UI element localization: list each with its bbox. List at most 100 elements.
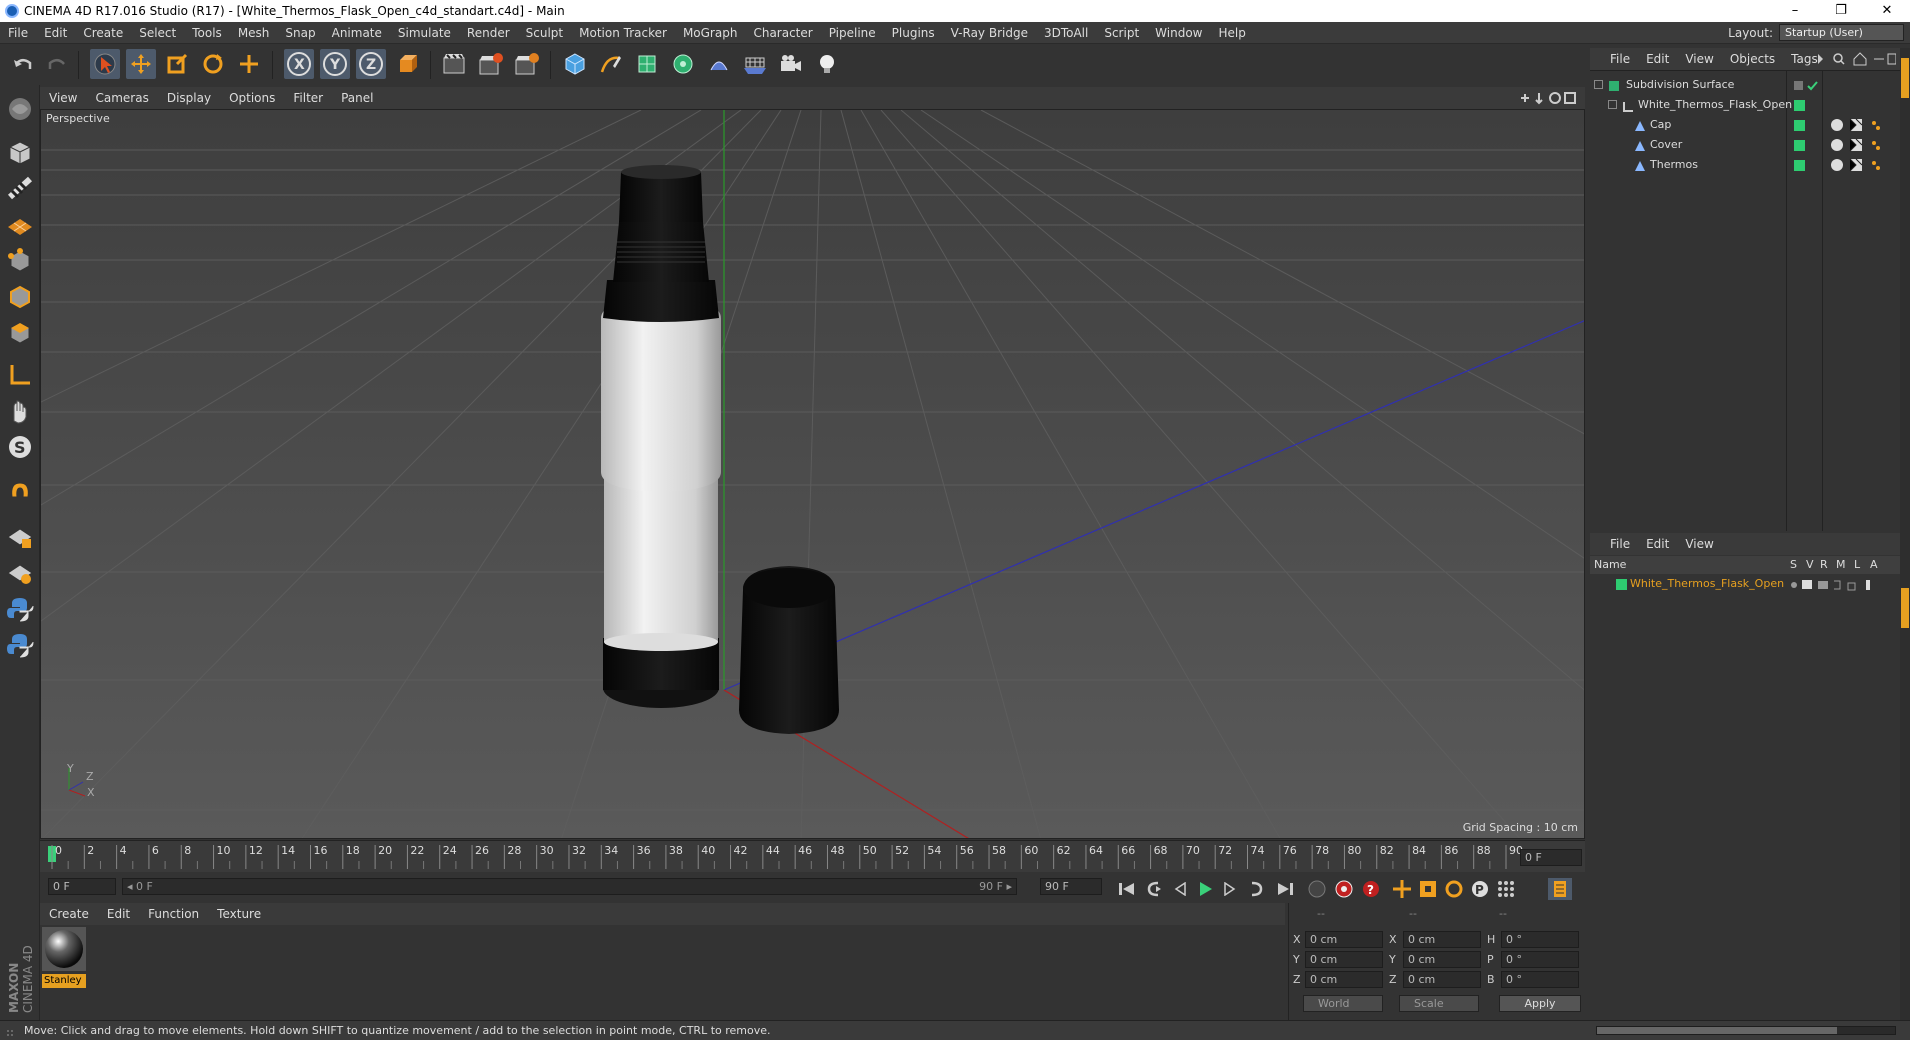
planar-workplane-icon[interactable] (4, 557, 36, 589)
menu-motion-tracker[interactable]: Motion Tracker (571, 22, 675, 44)
record-active-icon[interactable] (1305, 878, 1329, 900)
restore-button[interactable]: ❐ (1818, 0, 1864, 22)
menu-help[interactable]: Help (1210, 22, 1253, 44)
previous-key-icon[interactable] (1143, 878, 1167, 900)
coord-space-dropdown[interactable]: World (1303, 995, 1383, 1012)
menu-edit[interactable]: Edit (36, 22, 75, 44)
edges-mode-icon[interactable] (4, 281, 36, 313)
light-icon[interactable] (812, 49, 842, 79)
key-scale-icon[interactable] (1416, 878, 1440, 900)
menu-file[interactable]: File (0, 22, 36, 44)
object-row-thermos[interactable]: Thermos (1590, 155, 1900, 175)
object-row-white-thermos-flask-open[interactable]: White_Thermos_Flask_Open (1590, 95, 1900, 115)
viewport-menu-cameras[interactable]: Cameras (86, 91, 157, 105)
next-key-icon[interactable] (1243, 878, 1267, 900)
collapse-toggle-icon[interactable] (1594, 80, 1603, 89)
coordinate-system-icon[interactable] (392, 49, 422, 79)
z-axis-lock-icon[interactable]: Z (356, 49, 386, 79)
menu-window[interactable]: Window (1147, 22, 1210, 44)
object-row-cover[interactable]: Cover (1590, 135, 1900, 155)
key-pla-icon[interactable] (1494, 878, 1518, 900)
material-tag-icon[interactable] (1830, 158, 1890, 179)
spline-pen-icon[interactable] (596, 49, 626, 79)
coord-pos-y-field[interactable]: 0 cm (1305, 950, 1383, 968)
viewport-menu-filter[interactable]: Filter (284, 91, 332, 105)
python-script-icon[interactable] (4, 593, 36, 625)
coord-size-z-field[interactable]: 0 cm (1403, 970, 1481, 988)
object-manager-tool-icons[interactable] (1816, 51, 1897, 70)
cube-object-icon[interactable] (560, 49, 590, 79)
menu-script[interactable]: Script (1096, 22, 1147, 44)
locked-workplane-icon[interactable] (4, 521, 36, 553)
layer-flags-icons[interactable] (1790, 578, 1890, 598)
workplane-mode-icon[interactable] (4, 209, 36, 241)
material-menu-edit[interactable]: Edit (98, 907, 139, 921)
menu-mesh[interactable]: Mesh (230, 22, 278, 44)
menu-create[interactable]: Create (75, 22, 131, 44)
end-frame-field[interactable]: 90 F (1040, 878, 1102, 895)
coord-pos-x-field[interactable]: 0 cm (1305, 930, 1383, 948)
object-menu-objects[interactable]: Objects (1722, 52, 1783, 66)
viewport-menu-panel[interactable]: Panel (332, 91, 382, 105)
live-selection-icon[interactable] (90, 49, 120, 79)
material-menu-create[interactable]: Create (40, 907, 98, 921)
apply-button[interactable]: Apply (1499, 995, 1581, 1012)
python-plugin-icon[interactable] (4, 629, 36, 661)
floor-object-icon[interactable] (740, 49, 770, 79)
menu-tools[interactable]: Tools (184, 22, 230, 44)
tweak-mode-icon[interactable] (4, 395, 36, 427)
play-icon[interactable] (1193, 878, 1217, 900)
magnet-icon[interactable] (4, 475, 36, 507)
viewport-nav-icons[interactable] (1517, 90, 1577, 109)
viewport-menu-display[interactable]: Display (158, 91, 220, 105)
polygons-mode-icon[interactable] (4, 317, 36, 349)
menu-select[interactable]: Select (131, 22, 184, 44)
deformer-icon[interactable] (704, 49, 734, 79)
menu-3dtoall[interactable]: 3DToAll (1036, 22, 1096, 44)
undo-icon[interactable] (8, 49, 38, 79)
axis-mode-icon[interactable] (4, 359, 36, 391)
texture-mode-icon[interactable] (4, 173, 36, 205)
recent-tool-icon[interactable] (234, 49, 264, 79)
go-to-end-icon[interactable] (1273, 878, 1297, 900)
material-menu-function[interactable]: Function (139, 907, 208, 921)
viewport-menu-options[interactable]: Options (220, 91, 284, 105)
coord-mode-dropdown[interactable]: Scale (1399, 995, 1479, 1012)
menu-pipeline[interactable]: Pipeline (821, 22, 884, 44)
perspective-viewport[interactable]: Y Z X Perspective Grid Spacing : 10 cm (40, 109, 1585, 839)
menu-plugins[interactable]: Plugins (884, 22, 943, 44)
close-button[interactable]: ✕ (1864, 0, 1910, 22)
model-mode-icon[interactable] (4, 137, 36, 169)
collapse-toggle-icon[interactable] (1608, 100, 1617, 109)
menu-animate[interactable]: Animate (324, 22, 390, 44)
scrollbar-thumb[interactable] (1597, 1027, 1837, 1034)
layer-menu-file[interactable]: File (1602, 537, 1638, 551)
material-menu-texture[interactable]: Texture (208, 907, 270, 921)
next-frame-icon[interactable] (1218, 878, 1242, 900)
coord-rot-h-field[interactable]: 0 ° (1501, 930, 1579, 948)
material-swatch[interactable]: Stanley (42, 927, 86, 988)
minimize-button[interactable]: – (1772, 0, 1818, 22)
horizontal-scrollbar[interactable] (1596, 1026, 1896, 1035)
viewport-menu-view[interactable]: View (40, 91, 86, 105)
go-to-start-icon[interactable] (1115, 878, 1139, 900)
render-picture-viewer-icon[interactable] (476, 49, 506, 79)
preview-range-slider[interactable]: ◂ 0 F 90 F ▸ (122, 878, 1017, 895)
coord-size-x-field[interactable]: 0 cm (1403, 930, 1481, 948)
object-row-subdivision-surface[interactable]: Subdivision Surface (1590, 75, 1900, 95)
make-editable-icon[interactable] (4, 93, 36, 125)
layer-menu-view[interactable]: View (1677, 537, 1721, 551)
timeline-ruler[interactable]: 0 2 4 6 8 10 12 14 16 18 20 22 24 26 28 30 32 34 36 38 40 42 4… (40, 840, 1585, 872)
y-axis-lock-icon[interactable]: Y (320, 49, 350, 79)
menu-mograph[interactable]: MoGraph (675, 22, 746, 44)
layers-tab[interactable] (1901, 588, 1909, 628)
menu-vray-bridge[interactable]: V-Ray Bridge (943, 22, 1036, 44)
coord-size-y-field[interactable]: 0 cm (1403, 950, 1481, 968)
scale-tool-icon[interactable] (162, 49, 192, 79)
autokey-icon[interactable] (1332, 878, 1356, 900)
render-view-icon[interactable] (440, 49, 470, 79)
menu-sculpt[interactable]: Sculpt (518, 22, 571, 44)
object-menu-file[interactable]: File (1602, 52, 1638, 66)
points-mode-icon[interactable] (4, 245, 36, 277)
menu-character[interactable]: Character (745, 22, 820, 44)
